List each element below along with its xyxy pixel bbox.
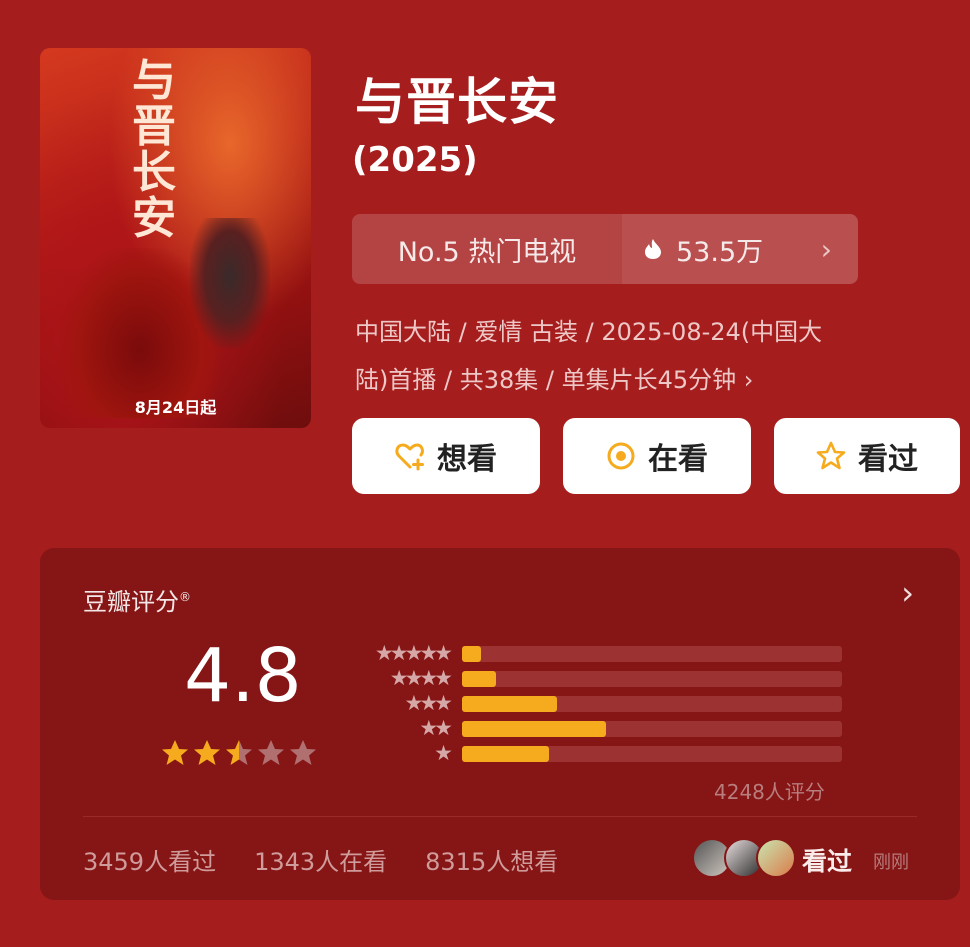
rating-bar-track (462, 671, 842, 687)
rating-count: 4248人评分 (714, 780, 825, 804)
avatar (756, 838, 796, 878)
rank-label: No.5 热门电视 (352, 214, 622, 284)
rating-bar-row: ★★★★ (352, 667, 842, 692)
rating-bar-row: ★ (352, 742, 842, 767)
star-filled-icon (226, 740, 252, 765)
friend-avatars[interactable] (692, 838, 796, 878)
poster-date: 8月24日起 (134, 398, 217, 417)
audience-stats: 3459人看过 1343人在看 8315人想看 (83, 842, 558, 877)
want-to-watch-button[interactable]: 想看 (352, 418, 540, 494)
bar-stars-label: ★ (434, 741, 453, 765)
friends-seen-time: 刚刚 (873, 852, 909, 873)
heart-plus-icon (395, 443, 424, 471)
page-title: 与晋长安 (355, 73, 559, 131)
watching-button[interactable]: 在看 (563, 418, 751, 494)
rating-bar-track (462, 696, 842, 712)
want-label: 想看 (437, 442, 497, 477)
bar-stars-label: ★★★ (404, 691, 454, 715)
rating-card[interactable]: 豆瓣评分® › 4.8 ★★★★★ ★★★★ ★★★ ★★ ★ 4248人评分 3459… (40, 548, 960, 900)
rating-bar-row: ★★★★★ (352, 642, 842, 667)
star-empty-icon (258, 740, 284, 765)
watched-label: 看过 (858, 442, 918, 477)
watched-count[interactable]: 3459人看过 (83, 842, 216, 877)
rating-bar-track (462, 746, 842, 762)
chevron-right-icon[interactable]: › (901, 574, 914, 612)
score-stars (160, 738, 318, 768)
heat-value: 53.5万 (676, 236, 764, 268)
heat-section[interactable]: 53.5万 › (622, 214, 858, 284)
show-meta[interactable]: 中国大陆 / 爱情 古装 / 2025-08-24(中国大 陆)首播 / 共38… (355, 308, 945, 404)
meta-line-1: 中国大陆 / 爱情 古装 / 2025-08-24(中国大 (355, 318, 823, 346)
star-outline-icon (816, 441, 846, 470)
rating-bar-fill (462, 746, 550, 762)
poster-image[interactable]: 与晋长安 8月24日起 (40, 48, 311, 428)
bar-stars-label: ★★★★ (389, 666, 453, 690)
friends-seen-label: 看过 (802, 847, 853, 876)
rating-bar-row: ★★ (352, 717, 842, 742)
fire-icon (645, 239, 661, 259)
star-filled-icon (162, 740, 188, 765)
watching-label: 在看 (648, 442, 708, 477)
release-year: (2025) (352, 140, 478, 180)
rating-bar-fill (462, 721, 607, 737)
rating-distribution: ★★★★★ ★★★★ ★★★ ★★ ★ (352, 642, 842, 767)
rating-bar-row: ★★★ (352, 692, 842, 717)
rating-bar-fill (462, 646, 481, 662)
meta-line-2: 陆)首播 / 共38集 / 单集片长45分钟 › (355, 366, 754, 394)
rating-title-text: 豆瓣评分 (83, 588, 179, 616)
divider (83, 816, 917, 817)
rating-title: 豆瓣评分® (83, 582, 191, 617)
star-filled-icon (194, 740, 220, 765)
registered-mark: ® (179, 590, 191, 604)
rating-bar-track (462, 721, 842, 737)
rating-bar-track (462, 646, 842, 662)
watching-count[interactable]: 1343人在看 (254, 842, 387, 877)
want-count[interactable]: 8315人想看 (425, 842, 558, 877)
bar-stars-label: ★★ (419, 716, 453, 740)
rating-bar-fill (462, 671, 497, 687)
bar-stars-label: ★★★★★ (374, 641, 453, 665)
watched-button[interactable]: 看过 (774, 418, 960, 494)
star-empty-icon (290, 740, 316, 765)
chevron-right-icon: › (820, 232, 832, 266)
poster-title-art: 与晋长安 (132, 55, 176, 244)
ranking-pill[interactable]: No.5 热门电视 53.5万 › (352, 214, 858, 284)
rating-score: 4.8 (184, 633, 302, 719)
rating-bar-fill (462, 696, 557, 712)
target-icon (607, 442, 635, 470)
poster-figure-right (190, 218, 270, 348)
